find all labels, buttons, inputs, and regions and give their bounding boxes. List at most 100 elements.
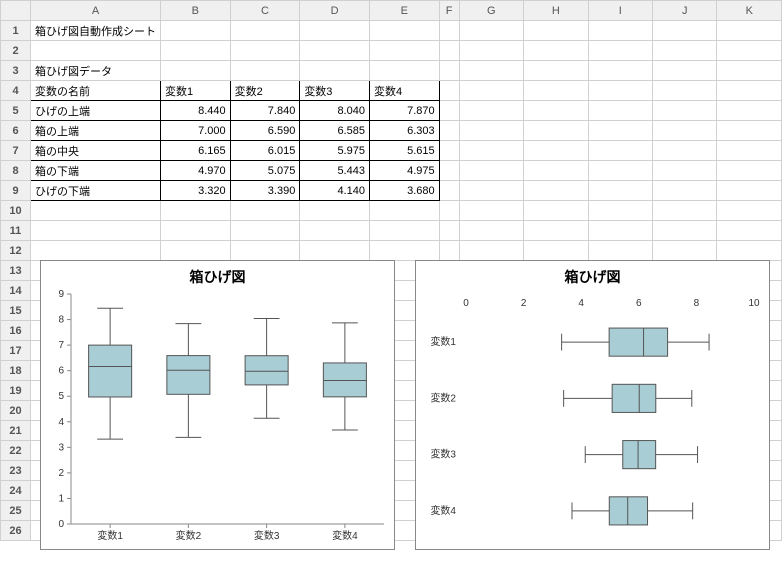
- row-header-24[interactable]: 24: [1, 481, 31, 501]
- cell-I7[interactable]: [588, 141, 652, 161]
- cell-E7[interactable]: 5.615: [369, 141, 439, 161]
- row-header-16[interactable]: 16: [1, 321, 31, 341]
- row-header-23[interactable]: 23: [1, 461, 31, 481]
- cell-K4[interactable]: [717, 81, 782, 101]
- cell-G1[interactable]: [459, 21, 524, 41]
- cell-D4[interactable]: 変数3: [300, 81, 370, 101]
- cell-E2[interactable]: [369, 41, 439, 61]
- cell-K12[interactable]: [717, 241, 782, 261]
- cell-C2[interactable]: [230, 41, 300, 61]
- cell-J7[interactable]: [653, 141, 717, 161]
- cell-K10[interactable]: [717, 201, 782, 221]
- cell-E1[interactable]: [369, 21, 439, 41]
- cell-C3[interactable]: [230, 61, 300, 81]
- cell-E11[interactable]: [369, 221, 439, 241]
- cell-A7[interactable]: 箱の中央: [31, 141, 161, 161]
- cell-F11[interactable]: [439, 221, 459, 241]
- cell-G6[interactable]: [459, 121, 524, 141]
- cell-J12[interactable]: [653, 241, 717, 261]
- row-header-18[interactable]: 18: [1, 361, 31, 381]
- cell-H6[interactable]: [524, 121, 588, 141]
- cell-C11[interactable]: [230, 221, 300, 241]
- cell-H8[interactable]: [524, 161, 588, 181]
- row-header-4[interactable]: 4: [1, 81, 31, 101]
- cell-F4[interactable]: [439, 81, 459, 101]
- cell-I6[interactable]: [588, 121, 652, 141]
- cell-I11[interactable]: [588, 221, 652, 241]
- cell-F10[interactable]: [439, 201, 459, 221]
- cell-K9[interactable]: [717, 181, 782, 201]
- col-header-C[interactable]: C: [230, 1, 300, 21]
- corner-header[interactable]: [1, 1, 31, 21]
- row-header-17[interactable]: 17: [1, 341, 31, 361]
- cell-J9[interactable]: [653, 181, 717, 201]
- row-header-21[interactable]: 21: [1, 421, 31, 441]
- cell-A6[interactable]: 箱の上端: [31, 121, 161, 141]
- cell-B2[interactable]: [161, 41, 231, 61]
- cell-E9[interactable]: 3.680: [369, 181, 439, 201]
- cell-A11[interactable]: [31, 221, 161, 241]
- cell-A9[interactable]: ひげの下端: [31, 181, 161, 201]
- cell-I2[interactable]: [588, 41, 652, 61]
- col-header-B[interactable]: B: [161, 1, 231, 21]
- cell-F7[interactable]: [439, 141, 459, 161]
- cell-D11[interactable]: [300, 221, 370, 241]
- cell-J11[interactable]: [653, 221, 717, 241]
- cell-A12[interactable]: [31, 241, 161, 261]
- cell-I12[interactable]: [588, 241, 652, 261]
- cell-C10[interactable]: [230, 201, 300, 221]
- cell-K3[interactable]: [717, 61, 782, 81]
- cell-K2[interactable]: [717, 41, 782, 61]
- row-header-5[interactable]: 5: [1, 101, 31, 121]
- cell-J2[interactable]: [653, 41, 717, 61]
- cell-D2[interactable]: [300, 41, 370, 61]
- col-header-I[interactable]: I: [588, 1, 652, 21]
- cell-A8[interactable]: 箱の下端: [31, 161, 161, 181]
- cell-B12[interactable]: [161, 241, 231, 261]
- row-header-6[interactable]: 6: [1, 121, 31, 141]
- cell-I10[interactable]: [588, 201, 652, 221]
- chart-boxplot-horizontal[interactable]: 箱ひげ図 0246810変数1変数2変数3変数4: [415, 260, 770, 550]
- cell-K6[interactable]: [717, 121, 782, 141]
- cell-B5[interactable]: 8.440: [161, 101, 231, 121]
- cell-B10[interactable]: [161, 201, 231, 221]
- cell-G8[interactable]: [459, 161, 524, 181]
- cell-B4[interactable]: 変数1: [161, 81, 231, 101]
- cell-B8[interactable]: 4.970: [161, 161, 231, 181]
- row-header-8[interactable]: 8: [1, 161, 31, 181]
- cell-I4[interactable]: [588, 81, 652, 101]
- chart-boxplot-vertical[interactable]: 箱ひげ図 0123456789変数1変数2変数3変数4: [40, 260, 395, 550]
- cell-G2[interactable]: [459, 41, 524, 61]
- col-header-A[interactable]: A: [31, 1, 161, 21]
- cell-G5[interactable]: [459, 101, 524, 121]
- cell-C7[interactable]: 6.015: [230, 141, 300, 161]
- cell-G9[interactable]: [459, 181, 524, 201]
- cell-F8[interactable]: [439, 161, 459, 181]
- cell-A4[interactable]: 変数の名前: [31, 81, 161, 101]
- row-header-13[interactable]: 13: [1, 261, 31, 281]
- cell-H2[interactable]: [524, 41, 588, 61]
- cell-H1[interactable]: [524, 21, 588, 41]
- cell-J4[interactable]: [653, 81, 717, 101]
- row-header-3[interactable]: 3: [1, 61, 31, 81]
- cell-A2[interactable]: [31, 41, 161, 61]
- cell-H7[interactable]: [524, 141, 588, 161]
- row-header-14[interactable]: 14: [1, 281, 31, 301]
- row-header-7[interactable]: 7: [1, 141, 31, 161]
- cell-I9[interactable]: [588, 181, 652, 201]
- col-header-J[interactable]: J: [653, 1, 717, 21]
- cell-J5[interactable]: [653, 101, 717, 121]
- cell-I3[interactable]: [588, 61, 652, 81]
- cell-D6[interactable]: 6.585: [300, 121, 370, 141]
- cell-A3[interactable]: 箱ひげ図データ: [31, 61, 161, 81]
- cell-E5[interactable]: 7.870: [369, 101, 439, 121]
- row-header-25[interactable]: 25: [1, 501, 31, 521]
- row-header-11[interactable]: 11: [1, 221, 31, 241]
- col-header-E[interactable]: E: [369, 1, 439, 21]
- cell-F3[interactable]: [439, 61, 459, 81]
- col-header-K[interactable]: K: [717, 1, 782, 21]
- cell-C12[interactable]: [230, 241, 300, 261]
- cell-F9[interactable]: [439, 181, 459, 201]
- cell-E4[interactable]: 変数4: [369, 81, 439, 101]
- cell-D7[interactable]: 5.975: [300, 141, 370, 161]
